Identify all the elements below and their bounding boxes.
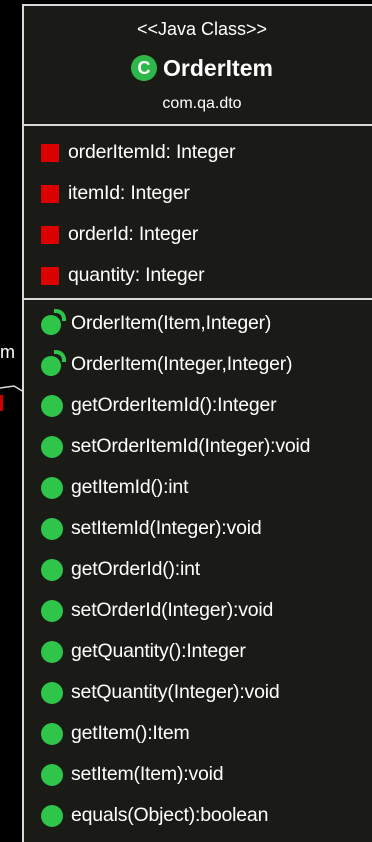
- public-method-icon: [41, 804, 63, 827]
- field-row[interactable]: orderItemId: Integer: [24, 132, 372, 173]
- public-method-icon: [41, 763, 63, 786]
- class-stereotype: <<Java Class>>: [136, 19, 268, 39]
- method-text: setItem(Item):void: [71, 763, 224, 785]
- field-text: quantity: Integer: [68, 264, 205, 286]
- field-text: orderId: Integer: [68, 223, 199, 245]
- method-text: equals(Object):boolean: [71, 804, 269, 826]
- private-field-icon: [41, 184, 59, 203]
- diagram-canvas: m <<Java Class>> C OrderItem com.qa.dto …: [0, 0, 372, 842]
- method-text: setOrderId(Integer):void: [71, 599, 274, 621]
- constructor-icon: [41, 308, 66, 335]
- class-name: OrderItem: [163, 55, 273, 81]
- method-text: OrderItem(Item,Integer): [71, 312, 272, 334]
- public-method-icon: [41, 476, 63, 499]
- method-row[interactable]: OrderItem(Integer,Integer): [24, 344, 372, 385]
- methods-compartment: OrderItem(Item,Integer) OrderItem(Intege…: [24, 300, 372, 836]
- method-text: setQuantity(Integer):void: [71, 681, 280, 703]
- private-field-icon: [41, 225, 59, 244]
- method-text: getOrderItemId():Integer: [71, 394, 277, 416]
- public-method-icon: [41, 599, 63, 622]
- class-icon: C: [131, 55, 158, 81]
- public-method-icon: [41, 435, 63, 458]
- method-row[interactable]: getQuantity():Integer: [24, 631, 372, 672]
- field-row[interactable]: orderId: Integer: [24, 214, 372, 255]
- public-method-icon: [41, 394, 63, 417]
- method-row[interactable]: getItemId():int: [24, 467, 372, 508]
- method-text: getOrderId():int: [71, 558, 201, 580]
- method-row[interactable]: setOrderId(Integer):void: [24, 590, 372, 631]
- class-package: com.qa.dto: [162, 95, 242, 112]
- fields-compartment: orderItemId: Integer itemId: Integer ord…: [24, 126, 372, 300]
- method-row[interactable]: setQuantity(Integer):void: [24, 672, 372, 713]
- method-text: getItemId():int: [71, 476, 189, 498]
- method-row[interactable]: setOrderItemId(Integer):void: [24, 426, 372, 467]
- method-row[interactable]: getOrderItemId():Integer: [24, 385, 372, 426]
- class-box[interactable]: <<Java Class>> C OrderItem com.qa.dto or…: [22, 4, 372, 842]
- private-field-icon: [41, 266, 59, 285]
- public-method-icon: [41, 640, 63, 663]
- class-title-row: C OrderItem: [24, 53, 372, 83]
- public-method-icon: [41, 517, 63, 540]
- method-row[interactable]: setItem(Item):void: [24, 754, 372, 795]
- method-row[interactable]: OrderItem(Item,Integer): [24, 303, 372, 344]
- private-field-icon: [41, 143, 59, 162]
- method-text: OrderItem(Integer,Integer): [71, 353, 293, 375]
- field-row[interactable]: quantity: Integer: [24, 255, 372, 296]
- method-row[interactable]: equals(Object):boolean: [24, 795, 372, 836]
- public-method-icon: [41, 681, 63, 704]
- method-row[interactable]: getItem():Item: [24, 713, 372, 754]
- method-text: getItem():Item: [71, 722, 190, 744]
- method-text: setItemId(Integer):void: [71, 517, 262, 539]
- public-method-icon: [41, 558, 63, 581]
- method-text: setOrderItemId(Integer):void: [71, 435, 311, 457]
- field-row[interactable]: itemId: Integer: [24, 173, 372, 214]
- field-text: orderItemId: Integer: [68, 141, 236, 163]
- class-header: <<Java Class>> C OrderItem com.qa.dto: [24, 6, 372, 126]
- field-text: itemId: Integer: [68, 182, 190, 204]
- public-method-icon: [41, 722, 63, 745]
- association-label: m: [0, 342, 15, 362]
- method-row[interactable]: getOrderId():int: [24, 549, 372, 590]
- method-text: getQuantity():Integer: [71, 640, 246, 662]
- association-marker: [0, 395, 3, 411]
- constructor-icon: [41, 349, 66, 376]
- method-row[interactable]: setItemId(Integer):void: [24, 508, 372, 549]
